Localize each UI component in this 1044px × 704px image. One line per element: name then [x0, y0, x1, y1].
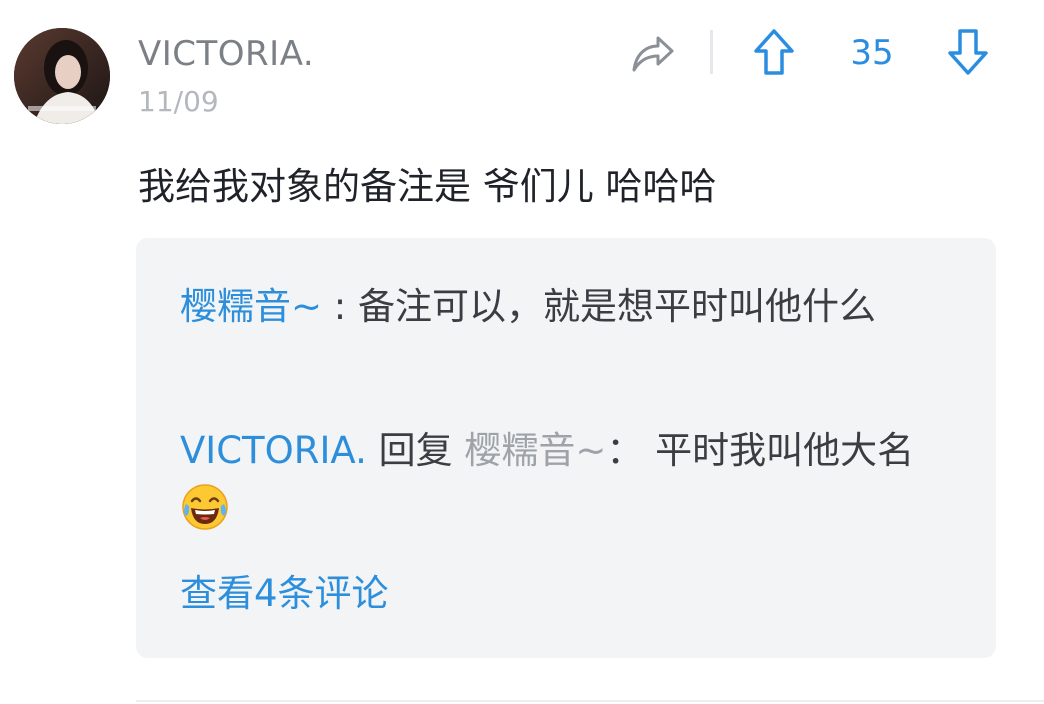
reply-item[interactable]: VICTORIA. 回复 樱糯音~： 平时我叫他大名	[180, 420, 950, 545]
reply-text: 备注可以，就是想平时叫他什么	[358, 285, 877, 328]
view-more-replies-link[interactable]: 查看4条评论	[180, 568, 389, 620]
avatar[interactable]	[14, 28, 110, 124]
arrow-up-icon[interactable]	[752, 27, 796, 77]
comment-card: VICTORIA. 11/09 35 我给我对象的备注是 爷们儿 哈哈哈 樱糯音…	[0, 0, 1044, 704]
reply-separator: ：	[606, 429, 656, 472]
comment-text: 我给我对象的备注是 爷们儿 哈哈哈	[138, 165, 717, 208]
reply-author[interactable]: 樱糯音~	[180, 285, 322, 328]
post-date: 11/09	[138, 85, 219, 118]
username[interactable]: VICTORIA.	[138, 34, 314, 74]
arrow-down-icon[interactable]	[946, 27, 990, 77]
reply-keyword: 回复	[366, 429, 465, 472]
laughing-tears-emoji-icon	[182, 484, 228, 530]
reply-separator: :	[322, 285, 359, 328]
reply-item[interactable]: 樱糯音~ : 备注可以，就是想平时叫他什么	[180, 276, 950, 338]
reply-to-user[interactable]: 樱糯音~	[464, 429, 606, 472]
share-icon[interactable]	[630, 30, 676, 76]
action-divider	[710, 30, 713, 74]
reply-author[interactable]: VICTORIA.	[180, 429, 367, 472]
vote-count: 35	[850, 33, 894, 73]
divider	[136, 700, 1044, 702]
reply-text: 平时我叫他大名	[655, 429, 915, 472]
replies-panel: 樱糯音~ : 备注可以，就是想平时叫他什么 VICTORIA. 回复 樱糯音~：…	[136, 238, 996, 658]
